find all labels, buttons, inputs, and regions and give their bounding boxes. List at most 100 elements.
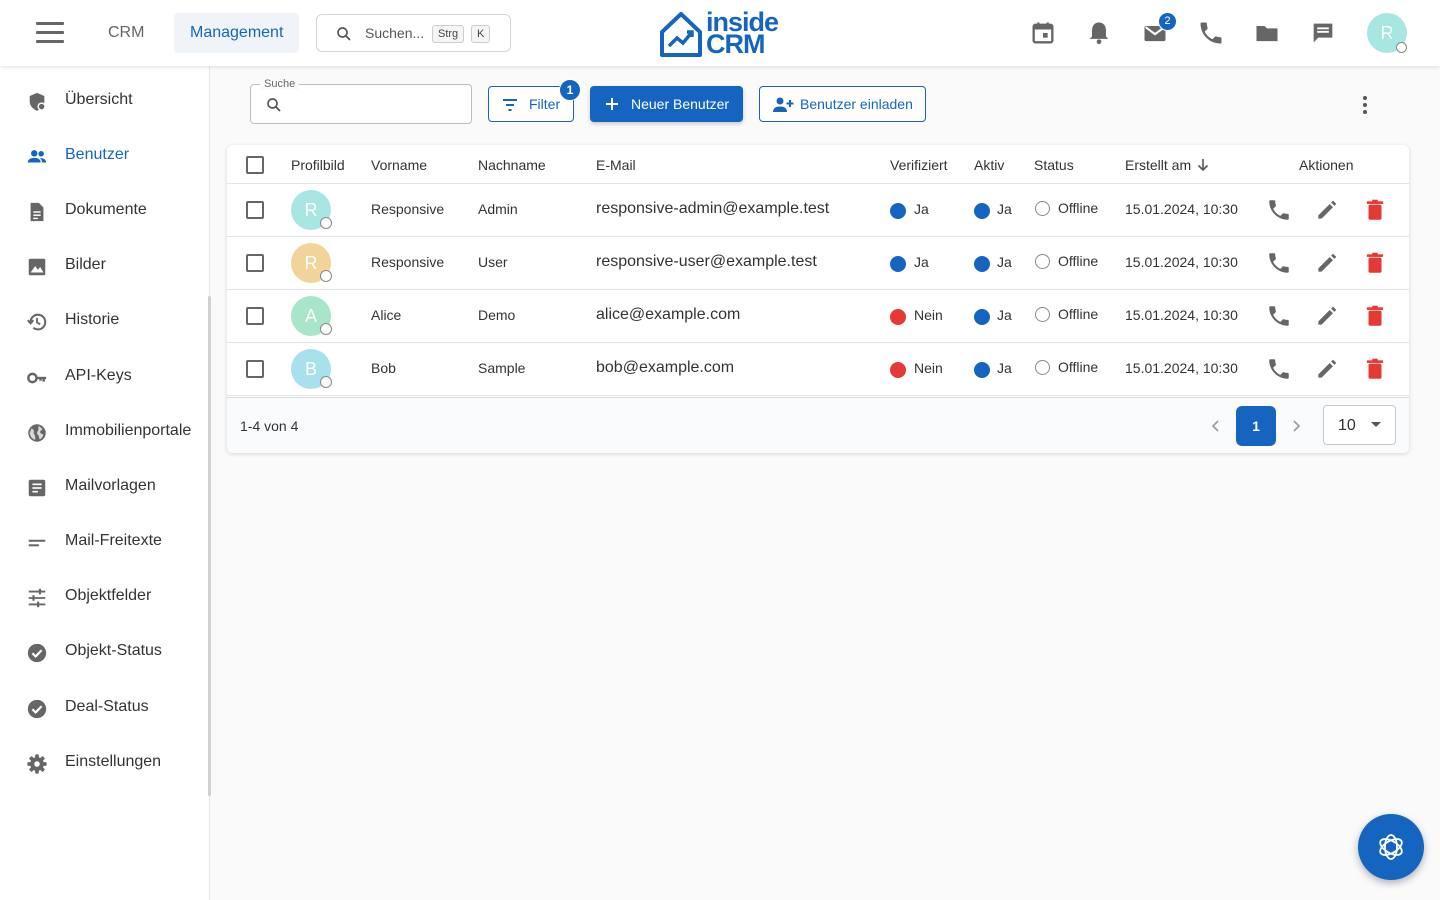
row-checkbox[interactable] [246,307,264,325]
pagination-current-page[interactable]: 1 [1236,406,1276,446]
sidebar-item-objektfelder[interactable]: Objektfelder [0,577,208,617]
check-circle-icon [27,699,47,719]
edit-user-icon[interactable] [1314,250,1340,276]
ai-assistant-icon [1379,834,1403,860]
row-last-name: User [478,254,508,270]
row-checkbox[interactable] [246,254,264,272]
global-search[interactable]: Suchen... Strg K [316,14,511,52]
row-active-dot [974,309,990,325]
key-icon [27,372,47,384]
row-email: alice@example.com [596,306,741,323]
column-header-avatar: Profilbild [291,157,345,173]
table-pagination: 1-4 von 4 1 10 [227,397,1409,453]
table-row[interactable]: A Alice Demo alice@example.com Nein Ja O… [227,290,1409,343]
delete-user-icon[interactable] [1362,197,1388,223]
row-checkbox[interactable] [246,360,264,378]
sort-desc-icon[interactable] [1196,157,1210,173]
sidebar-item-bilder[interactable]: Bilder [0,246,208,286]
row-first-name: Responsive [371,254,445,270]
dashboard-icon [29,92,46,111]
table-row[interactable]: R Responsive User responsive-user@exampl… [227,237,1409,290]
row-last-name: Admin [478,201,518,217]
sidebar-item-uebersicht[interactable]: Übersicht [0,81,208,121]
sidebar-item-deal-status[interactable]: Deal-Status [0,688,208,728]
table-row[interactable]: B Bob Sample bob@example.com Nein Ja Off… [227,343,1409,396]
sidebar-scrollbar[interactable] [208,296,211,796]
delete-user-icon[interactable] [1362,250,1388,276]
column-header-actions: Aktionen [1299,157,1354,173]
call-user-icon[interactable] [1266,197,1292,223]
user-search-input[interactable] [291,93,461,115]
row-status: Offline [1058,306,1099,322]
globe-icon [28,424,46,442]
row-verified-dot [890,309,906,325]
call-user-icon[interactable] [1266,303,1292,329]
sidebar-item-label: Historie [65,311,120,328]
sidebar-item-mailvorlagen[interactable]: Mailvorlagen [0,467,208,507]
column-header-verified[interactable]: Verifiziert [890,157,948,173]
folder-icon[interactable] [1253,19,1281,47]
new-user-button-label: Neuer Benutzer [631,96,730,112]
call-user-icon[interactable] [1266,356,1292,382]
edit-user-icon[interactable] [1314,303,1340,329]
row-status-dot [320,270,332,282]
row-verified-dot [890,203,906,219]
nav-tab-crm[interactable]: CRM [92,13,160,53]
column-header-email[interactable]: E-Mail [596,157,636,173]
row-status: Offline [1058,253,1099,269]
ai-assistant-button[interactable] [1358,814,1424,880]
sidebar-item-benutzer[interactable]: Benutzer [0,136,208,176]
sidebar-item-api-keys[interactable]: API-Keys [0,357,208,397]
row-offline-ring [1035,360,1050,375]
users-table: Profilbild Vorname Nachname E-Mail Verif… [227,145,1409,453]
sidebar-item-einstellungen[interactable]: Einstellungen [0,743,208,783]
sidebar-item-immobilienportale[interactable]: Immobilienportale [0,412,208,452]
users-icon [27,150,47,163]
bell-icon[interactable] [1085,19,1113,47]
row-offline-ring [1035,201,1050,216]
sidebar-item-label: Objekt-Status [65,642,162,659]
sidebar-item-dokumente[interactable]: Dokumente [0,191,208,231]
column-header-last-name[interactable]: Nachname [478,157,546,173]
sidebar-item-mail-freitexte[interactable]: Mail-Freitexte [0,522,208,562]
chevron-right-icon[interactable] [1286,416,1306,436]
mail-badge: 2 [1158,12,1177,31]
logo-text-crm: CRM [706,29,765,59]
top-app-bar: CRM Management Suchen... Strg K inside C… [0,0,1440,66]
edit-user-icon[interactable] [1314,197,1340,223]
menu-icon[interactable] [36,22,64,44]
select-all-checkbox[interactable] [246,156,264,174]
row-email: responsive-admin@example.test [596,200,830,217]
row-checkbox[interactable] [246,201,264,219]
delete-user-icon[interactable] [1362,356,1388,382]
app-logo[interactable]: inside CRM [656,8,786,60]
rows-per-page-select[interactable]: 10 [1323,405,1396,445]
delete-user-icon[interactable] [1362,303,1388,329]
chevron-left-icon[interactable] [1206,416,1226,436]
sidebar-item-label: Dokumente [65,201,147,218]
sidebar-item-historie[interactable]: Historie [0,301,208,341]
column-header-active[interactable]: Aktiv [974,157,1004,173]
row-active-dot [974,203,990,219]
column-header-created[interactable]: Erstellt am [1125,157,1191,173]
edit-user-icon[interactable] [1314,356,1340,382]
row-verified: Nein [914,360,943,376]
invite-user-button[interactable]: Benutzer einladen [759,86,926,122]
phone-icon[interactable] [1197,19,1225,47]
user-search-field[interactable] [250,84,472,124]
calendar-icon[interactable] [1029,19,1057,47]
call-user-icon[interactable] [1266,250,1292,276]
table-row[interactable]: R Responsive Admin responsive-admin@exam… [227,184,1409,237]
chat-icon[interactable] [1309,19,1337,47]
nav-tab-management[interactable]: Management [174,13,300,53]
new-user-button[interactable]: Neuer Benutzer [590,86,743,122]
house-logo-icon [660,12,702,57]
row-status-dot [320,217,332,229]
column-header-status[interactable]: Status [1034,157,1074,173]
row-email: bob@example.com [596,359,735,376]
more-vert-icon[interactable] [1352,92,1378,118]
template-icon [28,479,46,497]
column-header-first-name[interactable]: Vorname [371,157,427,173]
sidebar-item-objekt-status[interactable]: Objekt-Status [0,632,208,672]
rows-per-page-value: 10 [1338,417,1356,434]
